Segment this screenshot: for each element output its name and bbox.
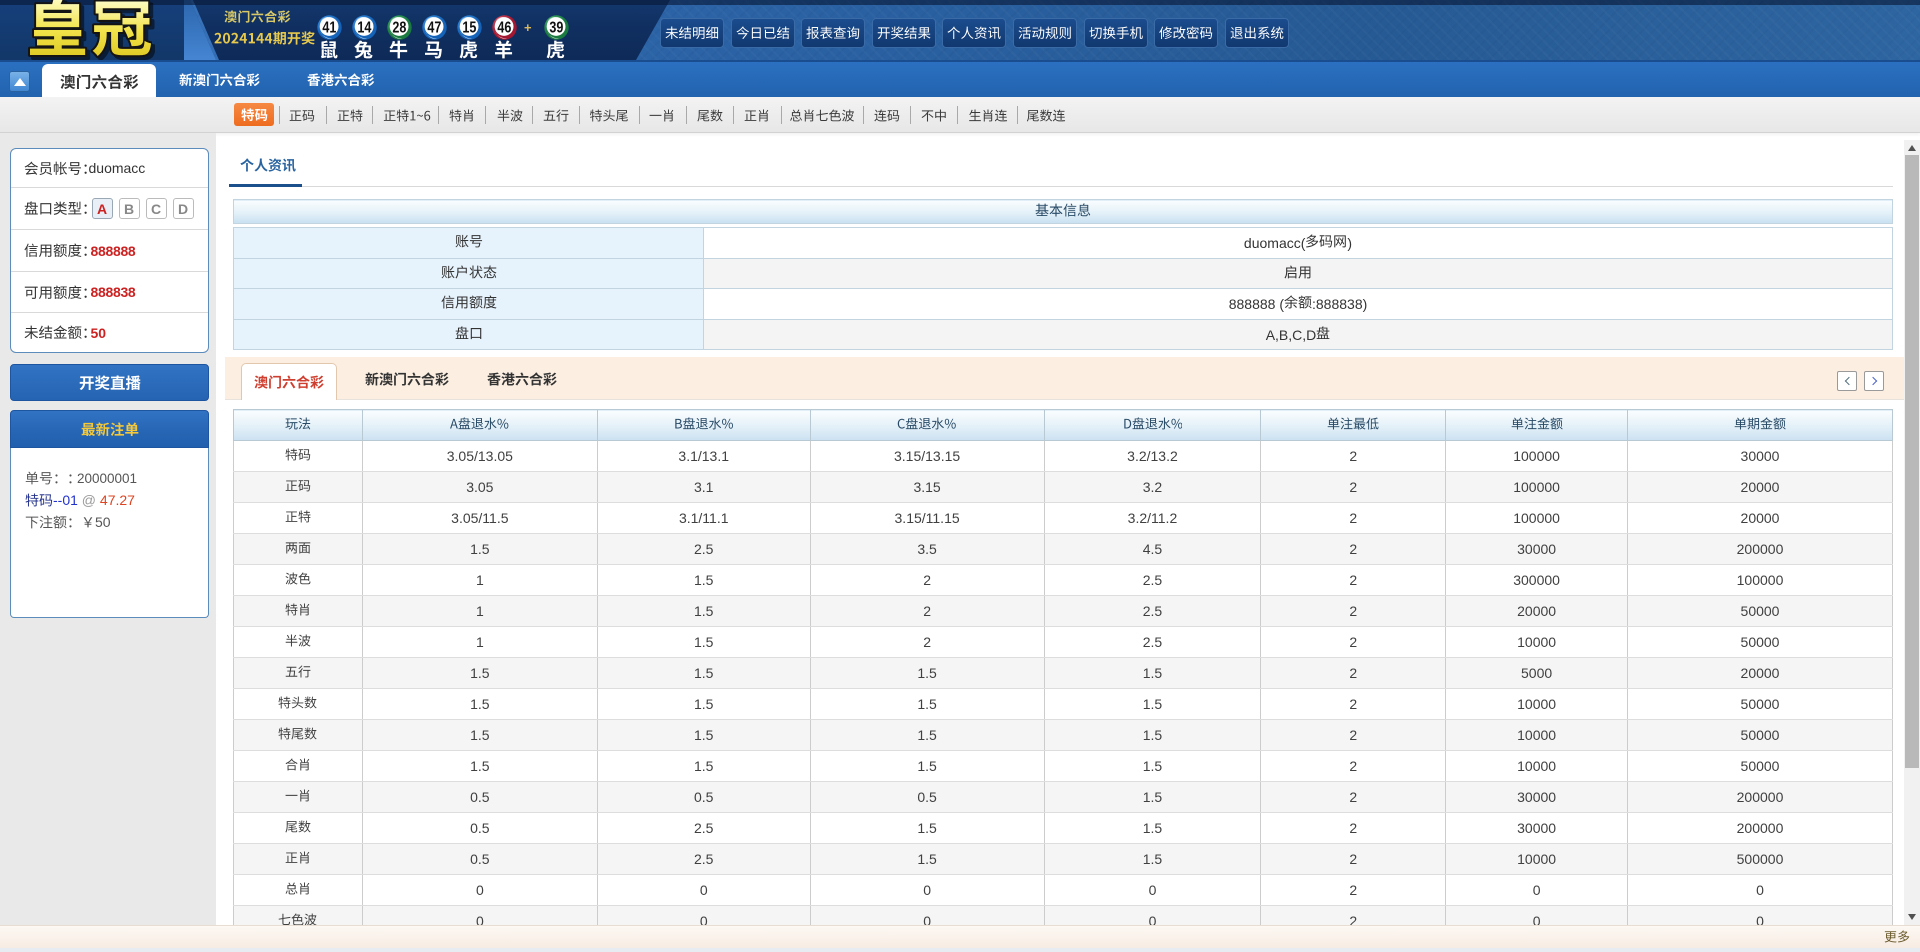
svg-text:47: 47 bbox=[427, 20, 441, 37]
svg-text:46: 46 bbox=[497, 20, 511, 37]
svg-text:28: 28 bbox=[392, 20, 406, 37]
svg-text:41: 41 bbox=[322, 20, 336, 37]
svg-text:14: 14 bbox=[357, 20, 371, 37]
svg-text:15: 15 bbox=[462, 20, 476, 37]
svg-text:39: 39 bbox=[549, 20, 563, 37]
